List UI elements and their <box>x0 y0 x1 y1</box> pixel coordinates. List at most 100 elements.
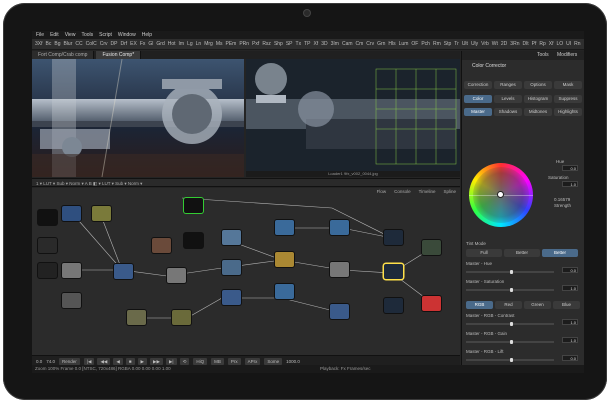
tool-button[interactable]: Dlt <box>522 39 528 49</box>
flow-node[interactable] <box>38 238 57 253</box>
tool-button[interactable]: Rsz <box>262 39 271 49</box>
transport-button[interactable]: ▶▶ <box>150 357 163 365</box>
tool-button[interactable]: LO <box>556 39 563 49</box>
tab-highlights[interactable]: Highlights <box>554 108 582 116</box>
transport-button[interactable]: |◀ <box>83 357 95 365</box>
tool-button[interactable]: Lum <box>399 39 409 49</box>
tool-button[interactable]: Ln <box>196 39 202 49</box>
comp-tab[interactable]: Fort Comp/Crab comp <box>32 51 95 59</box>
master-rgb-gain-slider[interactable] <box>466 340 554 344</box>
tool-button[interactable]: DP <box>111 39 118 49</box>
tint-better-button[interactable]: Better <box>504 249 540 257</box>
flow-node[interactable] <box>152 238 171 253</box>
tool-button[interactable]: CC <box>75 39 82 49</box>
tool-button[interactable]: Hot <box>168 39 176 49</box>
flow-node[interactable] <box>384 298 403 313</box>
slider-knob[interactable] <box>510 322 513 326</box>
tool-button[interactable]: PEm <box>226 39 237 49</box>
menu-item-script[interactable]: Script <box>99 31 112 39</box>
tab-options[interactable]: Options <box>524 81 552 89</box>
master-rgb-lift-slider[interactable] <box>466 358 554 362</box>
tool-button[interactable]: 2D <box>501 39 507 49</box>
viewer-left[interactable] <box>32 59 244 177</box>
tool-button[interactable]: Tx <box>296 39 302 49</box>
menu-item-file[interactable]: File <box>36 31 44 39</box>
some-button[interactable]: Some <box>264 357 283 365</box>
tool-button[interactable]: Shp <box>274 39 283 49</box>
flow-node[interactable] <box>275 220 294 235</box>
tool-button[interactable]: 3Im <box>331 39 339 49</box>
tool-button[interactable]: Drf <box>120 39 127 49</box>
transport-button[interactable]: ◀◀ <box>97 357 111 365</box>
mb-button[interactable]: MB <box>211 357 224 365</box>
menu-item-help[interactable]: Help <box>142 31 152 39</box>
tool-button[interactable]: Pxf <box>252 39 259 49</box>
tool-button[interactable]: Fx <box>140 39 146 49</box>
master-rgb-gain-value[interactable]: 1.0 <box>562 337 578 343</box>
master-hue-slider[interactable] <box>466 270 554 274</box>
transport-button[interactable]: ▶| <box>165 357 177 365</box>
end-time[interactable]: 74.0 <box>46 359 55 364</box>
master-rgb-lift-value[interactable]: 0.0 <box>562 355 578 361</box>
flow-node[interactable] <box>184 233 203 248</box>
saturation-value[interactable]: 1.0 <box>562 181 578 187</box>
menu-item-window[interactable]: Window <box>118 31 136 39</box>
timecode[interactable]: 1000.0 <box>286 359 300 364</box>
tool-button[interactable]: Pch <box>421 39 430 49</box>
tool-button[interactable]: Cm <box>356 39 364 49</box>
flow-node[interactable] <box>422 240 441 255</box>
tool-button[interactable]: Tr <box>454 39 459 49</box>
flow-node[interactable] <box>172 310 191 325</box>
master-rgb-contrast-value[interactable]: 1.0 <box>562 319 578 325</box>
channel-rgb-button[interactable]: RGB <box>466 301 493 309</box>
channel-blue-button[interactable]: Blue <box>553 301 580 309</box>
start-time[interactable]: 0.0 <box>36 359 42 364</box>
tool-button[interactable]: Rp <box>539 39 545 49</box>
tool-button[interactable]: Crv <box>366 39 374 49</box>
flow-node[interactable] <box>114 264 133 279</box>
tool-button[interactable]: Gl <box>148 39 153 49</box>
tool-button[interactable]: PRn <box>239 39 249 49</box>
flow-node[interactable] <box>222 260 241 275</box>
tool-button[interactable]: Bc <box>46 39 52 49</box>
color-wheel[interactable] <box>469 163 533 227</box>
tool-button[interactable]: Ms <box>216 39 223 49</box>
flow-node[interactable] <box>62 206 81 221</box>
tool-button[interactable]: Uly <box>471 39 478 49</box>
render-button[interactable]: Render <box>59 357 80 365</box>
tool-button[interactable]: 3Xf <box>35 39 43 49</box>
tab-correction[interactable]: Correction <box>464 81 492 89</box>
tab-tools[interactable]: Tools <box>537 51 549 60</box>
tool-button[interactable]: OF <box>411 39 418 49</box>
master-saturation-slider[interactable] <box>466 288 554 292</box>
slider-knob[interactable] <box>510 270 513 274</box>
menu-item-edit[interactable]: Edit <box>50 31 59 39</box>
transport-button[interactable]: ▶ <box>137 357 148 365</box>
menu-item-view[interactable]: View <box>65 31 76 39</box>
tool-button[interactable]: 3Rn <box>510 39 519 49</box>
tab-suppress[interactable]: Suppress <box>554 95 582 103</box>
tool-button[interactable]: Ult <box>462 39 468 49</box>
tool-button[interactable]: Stp <box>444 39 452 49</box>
tool-button[interactable]: Rn <box>574 39 580 49</box>
tool-button[interactable]: Rm <box>433 39 441 49</box>
tab-modifiers[interactable]: Modifiers <box>557 51 577 60</box>
slider-knob[interactable] <box>510 358 513 362</box>
tool-button[interactable]: Lg <box>187 39 193 49</box>
tool-button[interactable]: Bg <box>54 39 60 49</box>
tab-midtones[interactable]: Midtones <box>524 108 552 116</box>
tab-shadows[interactable]: Shadows <box>494 108 522 116</box>
flow-node[interactable] <box>38 210 57 225</box>
flow-node[interactable] <box>38 263 57 278</box>
strength-value[interactable]: 0.16579 <box>554 197 570 202</box>
tab-histogram[interactable]: Histogram <box>524 95 552 103</box>
color-wheel-handle[interactable] <box>498 192 503 197</box>
flow-node[interactable] <box>62 293 81 308</box>
menu-item-tools[interactable]: Tools <box>81 31 93 39</box>
master-rgb-contrast-slider[interactable] <box>466 322 554 326</box>
tool-button[interactable]: Xf <box>313 39 318 49</box>
flow-node[interactable] <box>330 220 349 235</box>
tab-ranges[interactable]: Ranges <box>494 81 522 89</box>
tool-button[interactable]: TP <box>304 39 310 49</box>
tool-button[interactable]: Crv <box>100 39 108 49</box>
